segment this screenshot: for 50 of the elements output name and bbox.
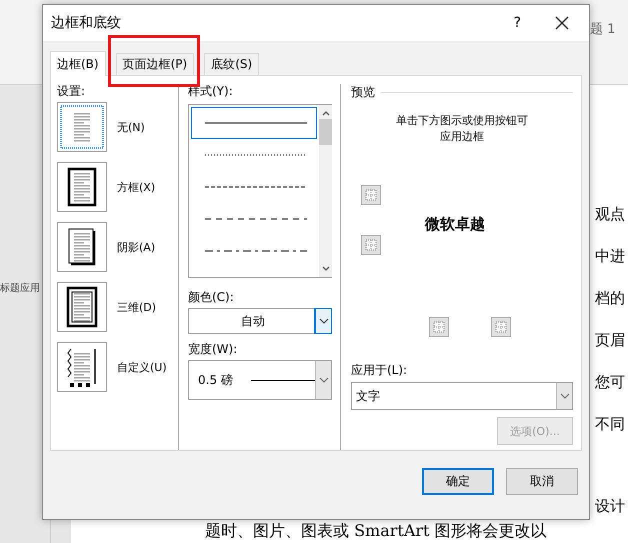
document-text: 观点 <box>595 204 625 225</box>
setting-label: 无(N) <box>117 120 145 134</box>
nav-pane-text: 标题应用 <box>0 282 40 295</box>
border-setting-icon[interactable] <box>57 282 107 332</box>
chevron-down-icon <box>318 377 328 383</box>
preview-label: 预览 <box>351 84 375 101</box>
line-style-option[interactable] <box>191 107 317 139</box>
border-toggle-icon[interactable] <box>491 317 511 337</box>
document-text: 您可 <box>595 372 625 393</box>
cancel-button[interactable]: 取消 <box>506 468 578 495</box>
line-style-list[interactable] <box>188 104 332 278</box>
tab[interactable]: 页面边框(P) <box>116 53 194 75</box>
tab[interactable]: 边框(B) <box>50 51 106 76</box>
scroll-down-icon[interactable] <box>320 265 330 273</box>
border-setting-icon[interactable] <box>57 162 107 212</box>
setting-label: 三维(D) <box>117 300 156 314</box>
close-icon[interactable] <box>555 16 569 30</box>
document-text: 中进 <box>595 246 625 267</box>
border-setting-icon[interactable] <box>57 342 107 392</box>
border-toggle-icon[interactable] <box>361 185 381 205</box>
tab[interactable]: 底纹(S) <box>204 53 260 75</box>
scrollbar[interactable] <box>319 105 332 277</box>
settings-label: 设置: <box>57 84 86 98</box>
color-dropdown[interactable]: 自动 <box>188 308 332 334</box>
dialog-title: 边框和底纹 <box>51 14 122 32</box>
setting-label: 方框(X) <box>117 180 156 194</box>
border-toggle-icon[interactable] <box>361 235 381 255</box>
apply-to-label: 应用于(L): <box>351 363 408 377</box>
chevron-down-icon <box>318 318 328 324</box>
chevron-down-icon <box>560 393 570 399</box>
document-text: 题时、图片、图表或 SmartArt 图形将会更改以 <box>205 521 547 542</box>
scroll-up-icon[interactable] <box>320 109 330 117</box>
setting-label: 自定义(U) <box>117 360 167 374</box>
document-text: 页眉 <box>595 330 625 351</box>
preview-hint: 单击下方图示或使用按钮可应用边框 <box>395 113 529 145</box>
apply-to-dropdown[interactable]: 文字 <box>351 382 573 410</box>
document-text: 档的 <box>595 288 625 309</box>
document-text: 不同 <box>595 414 625 435</box>
color-label: 颜色(C): <box>188 290 235 304</box>
document-text: 设计 <box>595 496 625 517</box>
width-dropdown[interactable]: 0.5 磅 <box>188 360 332 400</box>
border-setting-icon[interactable] <box>57 222 107 272</box>
width-label: 宽度(W): <box>188 342 238 356</box>
setting-label: 阴影(A) <box>117 240 156 254</box>
scrollbar-thumb[interactable] <box>319 119 332 145</box>
ok-button[interactable]: 确定 <box>422 468 494 495</box>
border-toggle-icon[interactable] <box>429 317 449 337</box>
style-caption: 题 1 <box>590 21 616 38</box>
help-button[interactable]: ? <box>510 15 525 31</box>
preview-sample-text: 微软卓越 <box>425 215 485 234</box>
